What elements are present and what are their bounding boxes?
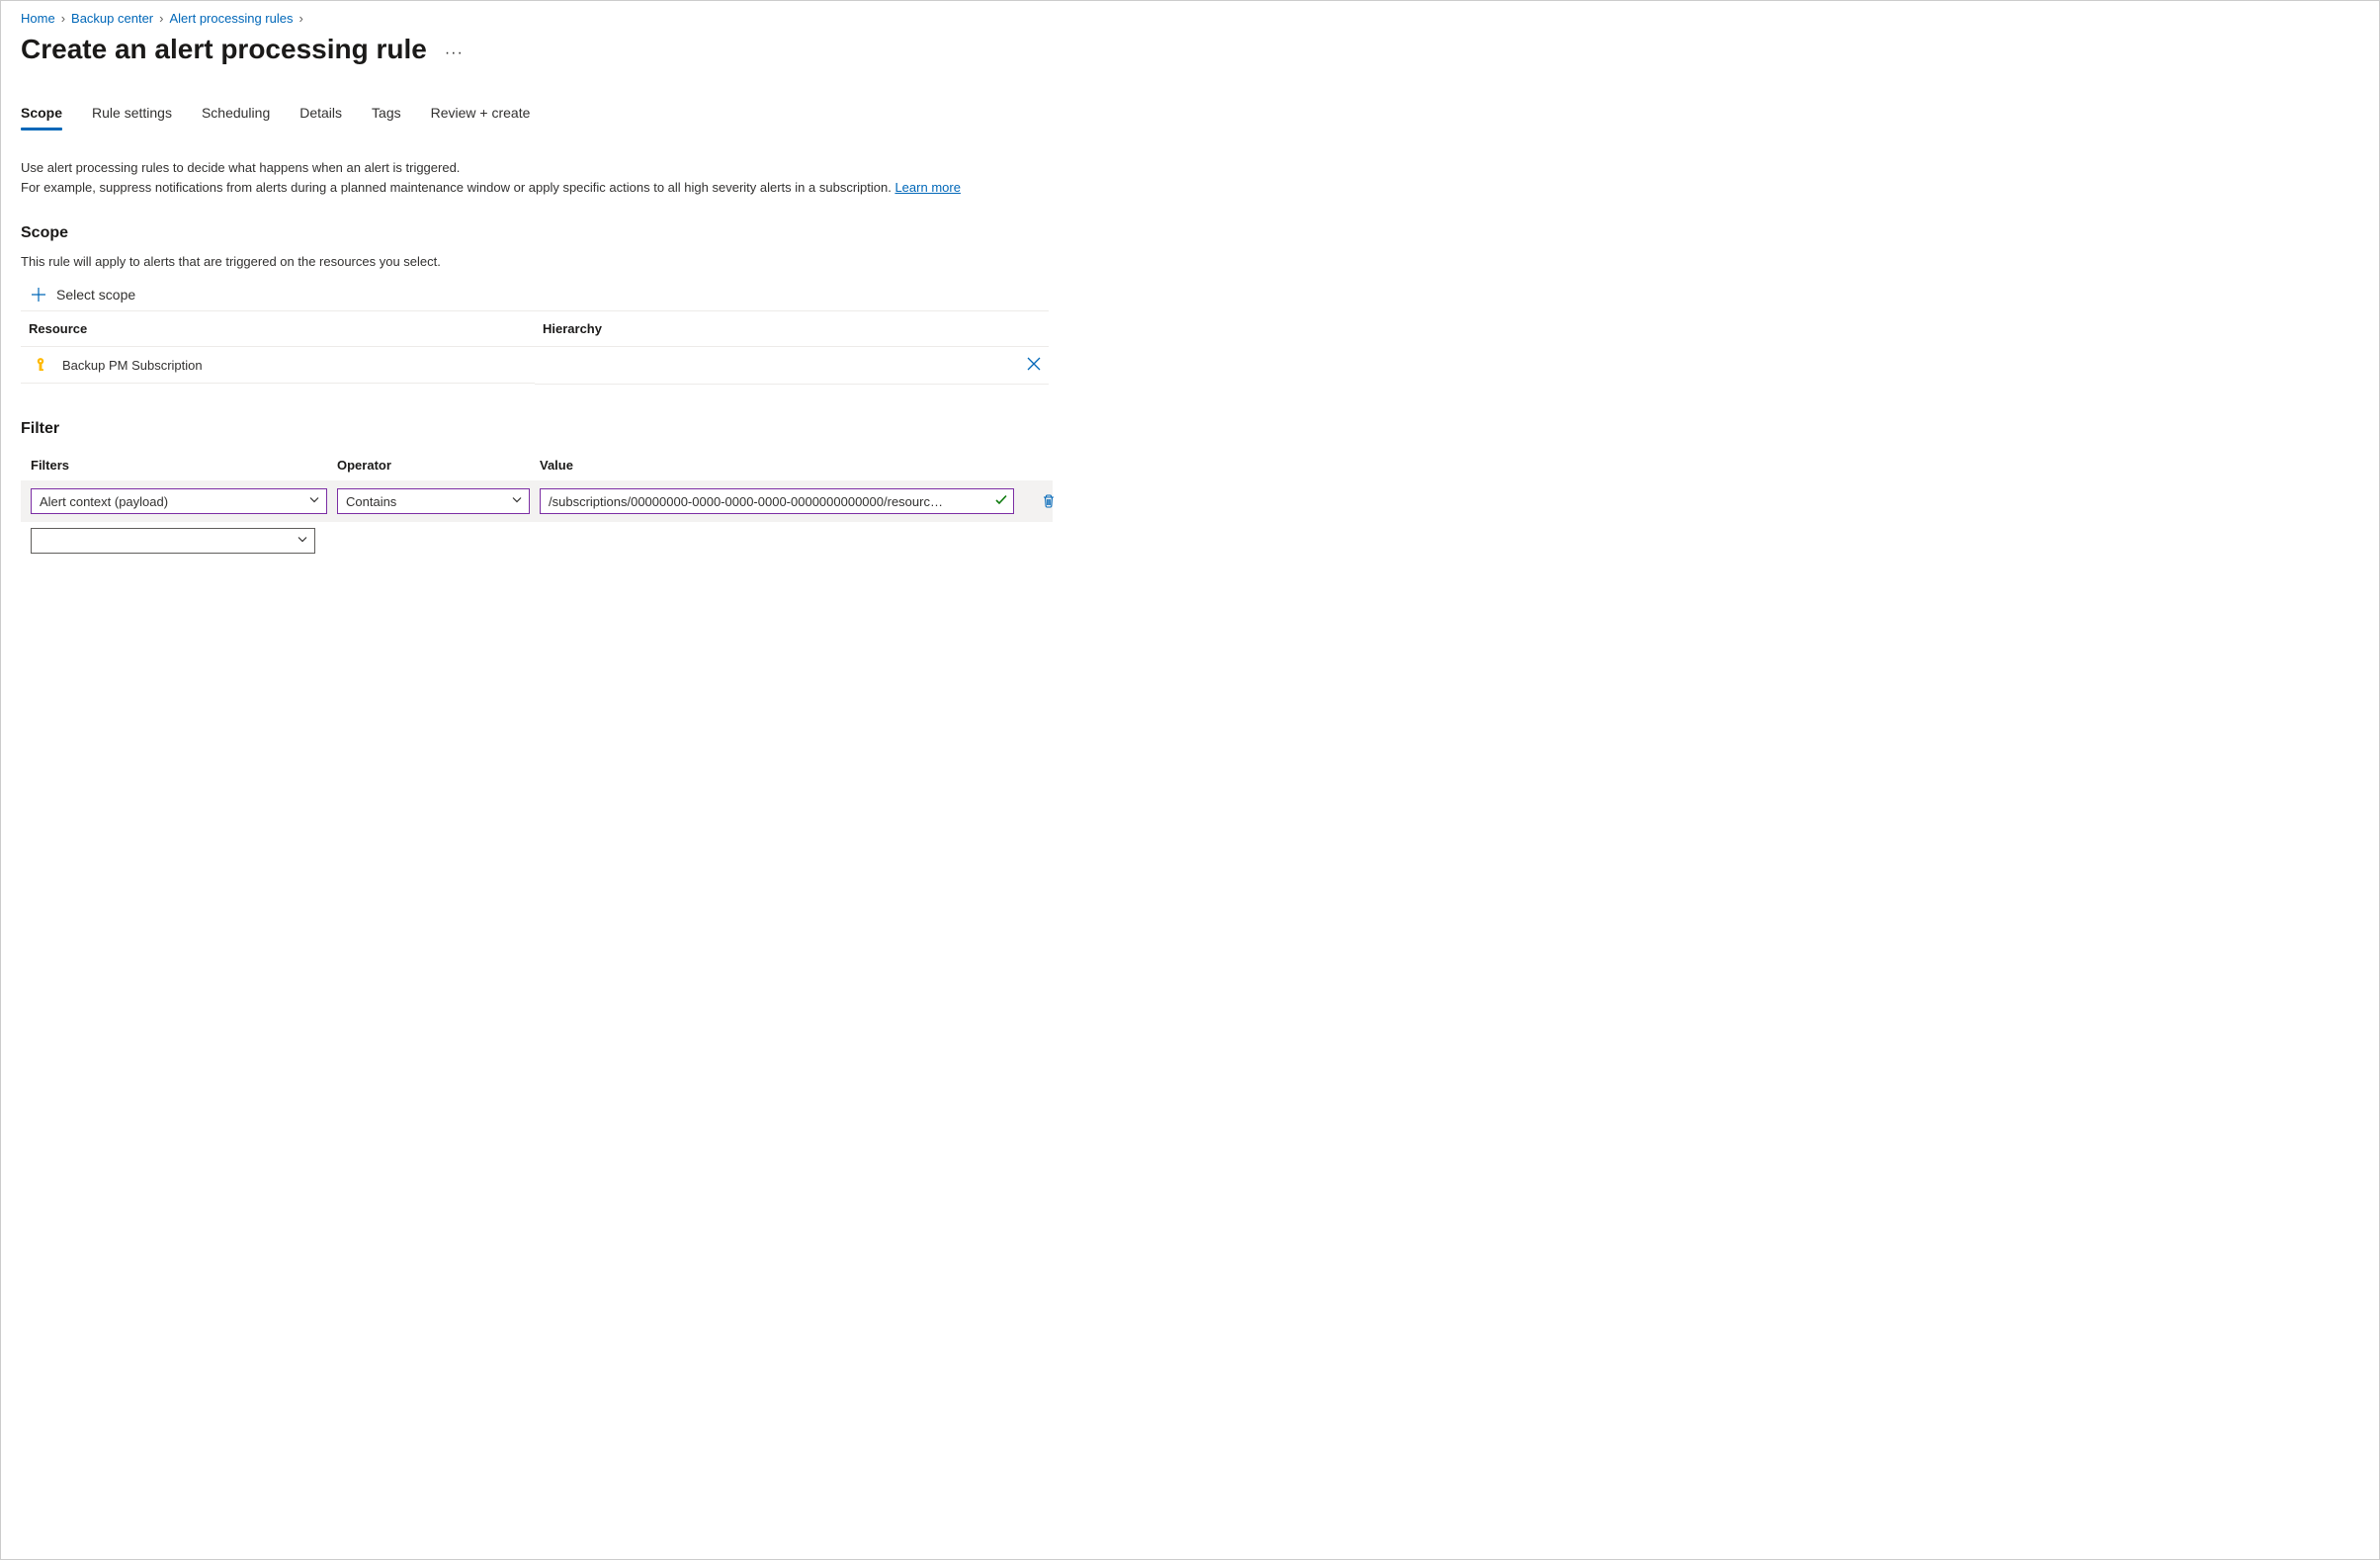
tab-details[interactable]: Details bbox=[299, 105, 342, 129]
filter-filters-select[interactable]: Alert context (payload) bbox=[31, 488, 327, 514]
tab-rule-settings[interactable]: Rule settings bbox=[92, 105, 172, 129]
plus-icon bbox=[31, 287, 46, 303]
chevron-down-icon bbox=[511, 494, 523, 509]
remove-scope-button[interactable] bbox=[1009, 347, 1049, 385]
scope-col-hierarchy: Hierarchy bbox=[535, 311, 1009, 347]
chevron-right-icon: › bbox=[298, 11, 302, 26]
select-scope-button[interactable]: Select scope bbox=[31, 287, 135, 303]
filter-filters-value: Alert context (payload) bbox=[40, 494, 168, 509]
checkmark-icon bbox=[994, 493, 1008, 510]
page-title: Create an alert processing rule bbox=[21, 34, 427, 65]
chevron-down-icon bbox=[297, 534, 308, 549]
tabs: Scope Rule settings Scheduling Details T… bbox=[21, 105, 2359, 129]
delete-filter-button[interactable] bbox=[1024, 493, 1073, 509]
scope-table: Resource Hierarchy Backup PM Sub bbox=[21, 310, 1049, 385]
scope-row-resource: Backup PM Subscription bbox=[62, 358, 203, 373]
scope-heading: Scope bbox=[21, 224, 2359, 242]
select-scope-label: Select scope bbox=[56, 287, 135, 303]
breadcrumb-alert-processing-rules[interactable]: Alert processing rules bbox=[169, 11, 293, 26]
filter-heading: Filter bbox=[21, 420, 2359, 438]
filter-block: Filters Operator Value Alert context (pa… bbox=[21, 450, 1053, 563]
learn-more-link[interactable]: Learn more bbox=[894, 180, 960, 195]
filter-value-input[interactable] bbox=[540, 488, 1014, 514]
filter-add-row bbox=[21, 522, 1053, 563]
scope-row: Backup PM Subscription bbox=[21, 347, 1049, 385]
tab-scope[interactable]: Scope bbox=[21, 105, 62, 129]
chevron-down-icon bbox=[308, 494, 320, 509]
intro-line2: For example, suppress notifications from… bbox=[21, 180, 894, 195]
intro-text: Use alert processing rules to decide wha… bbox=[21, 158, 1049, 197]
chevron-right-icon: › bbox=[159, 11, 163, 26]
filter-operator-value: Contains bbox=[346, 494, 396, 509]
filter-row: Alert context (payload) Contains bbox=[21, 480, 1053, 522]
chevron-right-icon: › bbox=[61, 11, 65, 26]
filter-col-filters: Filters bbox=[31, 458, 327, 473]
scope-col-resource: Resource bbox=[21, 311, 535, 347]
close-icon bbox=[1027, 357, 1041, 371]
tab-review-create[interactable]: Review + create bbox=[431, 105, 531, 129]
intro-line1: Use alert processing rules to decide wha… bbox=[21, 160, 460, 175]
filter-add-select[interactable] bbox=[31, 528, 315, 554]
more-icon[interactable]: ··· bbox=[445, 44, 464, 62]
breadcrumb-backup-center[interactable]: Backup center bbox=[71, 11, 153, 26]
breadcrumb-home[interactable]: Home bbox=[21, 11, 55, 26]
filter-operator-select[interactable]: Contains bbox=[337, 488, 530, 514]
scope-subtext: This rule will apply to alerts that are … bbox=[21, 254, 2359, 269]
tab-scheduling[interactable]: Scheduling bbox=[202, 105, 270, 129]
trash-icon bbox=[1041, 493, 1057, 509]
tab-tags[interactable]: Tags bbox=[372, 105, 401, 129]
filter-col-value: Value bbox=[540, 458, 1014, 473]
breadcrumb: Home › Backup center › Alert processing … bbox=[21, 11, 2359, 26]
key-icon bbox=[33, 357, 48, 373]
filter-col-operator: Operator bbox=[337, 458, 530, 473]
